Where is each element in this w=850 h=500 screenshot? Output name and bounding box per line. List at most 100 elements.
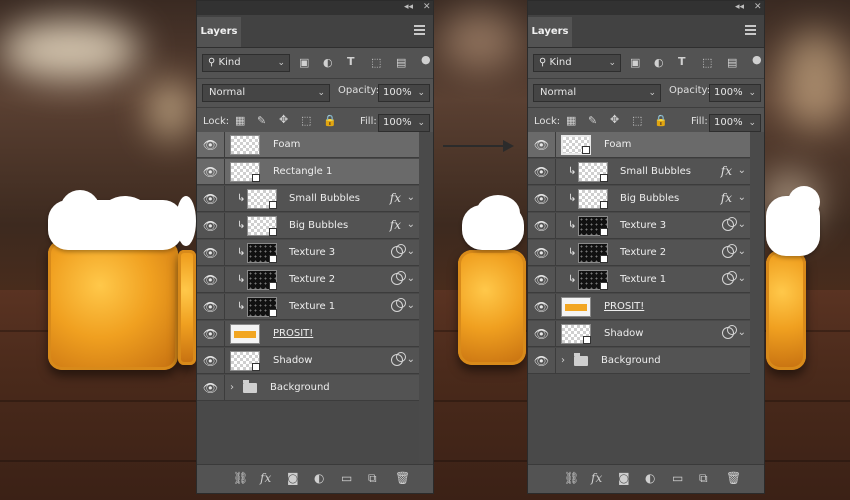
visibility-eye-icon[interactable]: 👁 bbox=[528, 213, 556, 239]
lock-paint-icon[interactable]: ✎ bbox=[257, 114, 266, 127]
filter-kind-select[interactable]: ⚲ Kind ⌄ bbox=[202, 54, 290, 72]
filter-toggle-icon[interactable]: ● bbox=[421, 53, 431, 66]
lock-all-icon[interactable]: 🔒 bbox=[323, 114, 337, 127]
visibility-eye-icon[interactable]: 👁 bbox=[197, 267, 225, 293]
new-layer-icon[interactable]: ⧉ bbox=[699, 471, 708, 486]
adjustment-icon[interactable] bbox=[722, 217, 737, 231]
layer-row-shadow[interactable]: 👁 Shadow ⌄ bbox=[528, 321, 750, 347]
filter-toggle-icon[interactable]: ● bbox=[752, 53, 762, 66]
layer-row-small-bubbles[interactable]: 👁 ↳ Small Bubbles fx ⌄ bbox=[528, 159, 750, 185]
filter-adjustment-icon[interactable]: ◐ bbox=[654, 56, 664, 69]
visibility-eye-icon[interactable]: 👁 bbox=[528, 159, 556, 185]
adjustment-icon[interactable] bbox=[391, 244, 406, 258]
layers-scrollbar[interactable] bbox=[419, 132, 433, 466]
fx-add-icon[interactable]: fx bbox=[591, 471, 602, 485]
chevron-down-icon[interactable]: ⌄ bbox=[407, 246, 415, 257]
lock-position-icon[interactable]: ✥ bbox=[610, 113, 619, 126]
visibility-eye-icon[interactable]: 👁 bbox=[528, 294, 556, 320]
tab-layers[interactable]: Layers bbox=[528, 17, 572, 47]
layer-row-small-bubbles[interactable]: 👁 ↳ Small Bubbles fx ⌄ bbox=[197, 186, 419, 212]
visibility-eye-icon[interactable]: 👁 bbox=[197, 213, 225, 239]
filter-shape-icon[interactable]: ⬚ bbox=[702, 56, 712, 69]
adjustment-icon[interactable] bbox=[391, 271, 406, 285]
new-group-icon[interactable]: ▭ bbox=[672, 471, 683, 485]
lock-transparency-icon[interactable]: ▦ bbox=[566, 114, 576, 127]
filter-type-icon[interactable]: T bbox=[347, 55, 355, 68]
close-icon[interactable]: ✕ bbox=[754, 2, 762, 12]
visibility-eye-icon[interactable]: 👁 bbox=[197, 240, 225, 266]
trash-icon[interactable]: 🗑 bbox=[395, 471, 410, 485]
layer-row-prosit[interactable]: 👁 PROSIT! bbox=[197, 321, 419, 347]
adjustment-layer-icon[interactable]: ◐ bbox=[645, 471, 655, 485]
fx-add-icon[interactable]: fx bbox=[260, 471, 271, 485]
visibility-eye-icon[interactable]: 👁 bbox=[528, 132, 556, 158]
visibility-eye-icon[interactable]: 👁 bbox=[197, 348, 225, 374]
layer-row-prosit[interactable]: 👁 PROSIT! bbox=[528, 294, 750, 320]
filter-type-icon[interactable]: T bbox=[678, 55, 686, 68]
chevron-down-icon[interactable]: ⌄ bbox=[407, 354, 415, 365]
adjustment-icon[interactable] bbox=[391, 352, 406, 366]
visibility-eye-icon[interactable]: 👁 bbox=[197, 321, 225, 347]
visibility-eye-icon[interactable]: 👁 bbox=[197, 375, 225, 401]
chevron-down-icon[interactable]: ⌄ bbox=[738, 246, 746, 257]
layer-row-big-bubbles[interactable]: 👁 ↳ Big Bubbles fx ⌄ bbox=[197, 213, 419, 239]
fx-effects-icon[interactable]: fx bbox=[390, 218, 401, 232]
layer-row-rectangle[interactable]: 👁 Rectangle 1 bbox=[197, 159, 419, 185]
lock-position-icon[interactable]: ✥ bbox=[279, 113, 288, 126]
adjustment-icon[interactable] bbox=[722, 271, 737, 285]
expand-arrow-icon[interactable]: › bbox=[230, 382, 234, 393]
chevron-down-icon[interactable]: ⌄ bbox=[738, 192, 746, 203]
adjustment-icon[interactable] bbox=[722, 244, 737, 258]
visibility-eye-icon[interactable]: 👁 bbox=[528, 267, 556, 293]
visibility-eye-icon[interactable]: 👁 bbox=[197, 294, 225, 320]
adjustment-layer-icon[interactable]: ◐ bbox=[314, 471, 324, 485]
blend-mode-select[interactable]: Normal ⌄ bbox=[202, 84, 330, 102]
layer-row-texture-3[interactable]: 👁 ↳ Texture 3 ⌄ bbox=[528, 213, 750, 239]
fx-effects-icon[interactable]: fx bbox=[721, 164, 732, 178]
visibility-eye-icon[interactable]: 👁 bbox=[528, 321, 556, 347]
mask-icon[interactable]: ◙ bbox=[618, 471, 630, 485]
filter-shape-icon[interactable]: ⬚ bbox=[371, 56, 381, 69]
collapse-icon[interactable]: ◂◂ bbox=[404, 2, 413, 12]
tab-layers[interactable]: Layers bbox=[197, 17, 241, 47]
layer-row-texture-1[interactable]: 👁 ↳ Texture 1 ⌄ bbox=[528, 267, 750, 293]
chevron-down-icon[interactable]: ⌄ bbox=[738, 165, 746, 176]
filter-pixel-icon[interactable]: ▣ bbox=[630, 56, 640, 69]
visibility-eye-icon[interactable]: 👁 bbox=[528, 240, 556, 266]
fill-field[interactable]: 100% ⌄ bbox=[709, 114, 761, 132]
mask-icon[interactable]: ◙ bbox=[287, 471, 299, 485]
panel-menu-icon[interactable] bbox=[414, 25, 425, 37]
fx-effects-icon[interactable]: fx bbox=[721, 191, 732, 205]
layer-row-background[interactable]: 👁 › Background bbox=[528, 348, 750, 374]
chevron-down-icon[interactable]: ⌄ bbox=[407, 192, 415, 203]
collapse-icon[interactable]: ◂◂ bbox=[735, 2, 744, 12]
layer-row-texture-3[interactable]: 👁 ↳ Texture 3 ⌄ bbox=[197, 240, 419, 266]
opacity-field[interactable]: 100% ⌄ bbox=[378, 84, 430, 102]
new-group-icon[interactable]: ▭ bbox=[341, 471, 352, 485]
chevron-down-icon[interactable]: ⌄ bbox=[407, 300, 415, 311]
lock-artboard-icon[interactable]: ⬚ bbox=[632, 114, 642, 127]
visibility-eye-icon[interactable]: 👁 bbox=[197, 159, 225, 185]
trash-icon[interactable]: 🗑 bbox=[726, 471, 741, 485]
chevron-down-icon[interactable]: ⌄ bbox=[407, 219, 415, 230]
lock-all-icon[interactable]: 🔒 bbox=[654, 114, 668, 127]
fill-field[interactable]: 100% ⌄ bbox=[378, 114, 430, 132]
visibility-eye-icon[interactable]: 👁 bbox=[528, 186, 556, 212]
layer-row-big-bubbles[interactable]: 👁 ↳ Big Bubbles fx ⌄ bbox=[528, 186, 750, 212]
visibility-eye-icon[interactable]: 👁 bbox=[528, 348, 556, 374]
adjustment-icon[interactable] bbox=[722, 325, 737, 339]
link-icon[interactable]: ⛓ bbox=[564, 471, 579, 485]
filter-pixel-icon[interactable]: ▣ bbox=[299, 56, 309, 69]
filter-smartobject-icon[interactable]: ▤ bbox=[727, 56, 737, 69]
layers-scrollbar[interactable] bbox=[750, 132, 764, 466]
new-layer-icon[interactable]: ⧉ bbox=[368, 471, 377, 486]
filter-adjustment-icon[interactable]: ◐ bbox=[323, 56, 333, 69]
chevron-down-icon[interactable]: ⌄ bbox=[738, 273, 746, 284]
filter-smartobject-icon[interactable]: ▤ bbox=[396, 56, 406, 69]
link-icon[interactable]: ⛓ bbox=[233, 471, 248, 485]
panel-menu-icon[interactable] bbox=[745, 25, 756, 37]
fx-effects-icon[interactable]: fx bbox=[390, 191, 401, 205]
visibility-eye-icon[interactable]: 👁 bbox=[197, 132, 225, 158]
chevron-down-icon[interactable]: ⌄ bbox=[407, 273, 415, 284]
filter-kind-select[interactable]: ⚲ Kind ⌄ bbox=[533, 54, 621, 72]
